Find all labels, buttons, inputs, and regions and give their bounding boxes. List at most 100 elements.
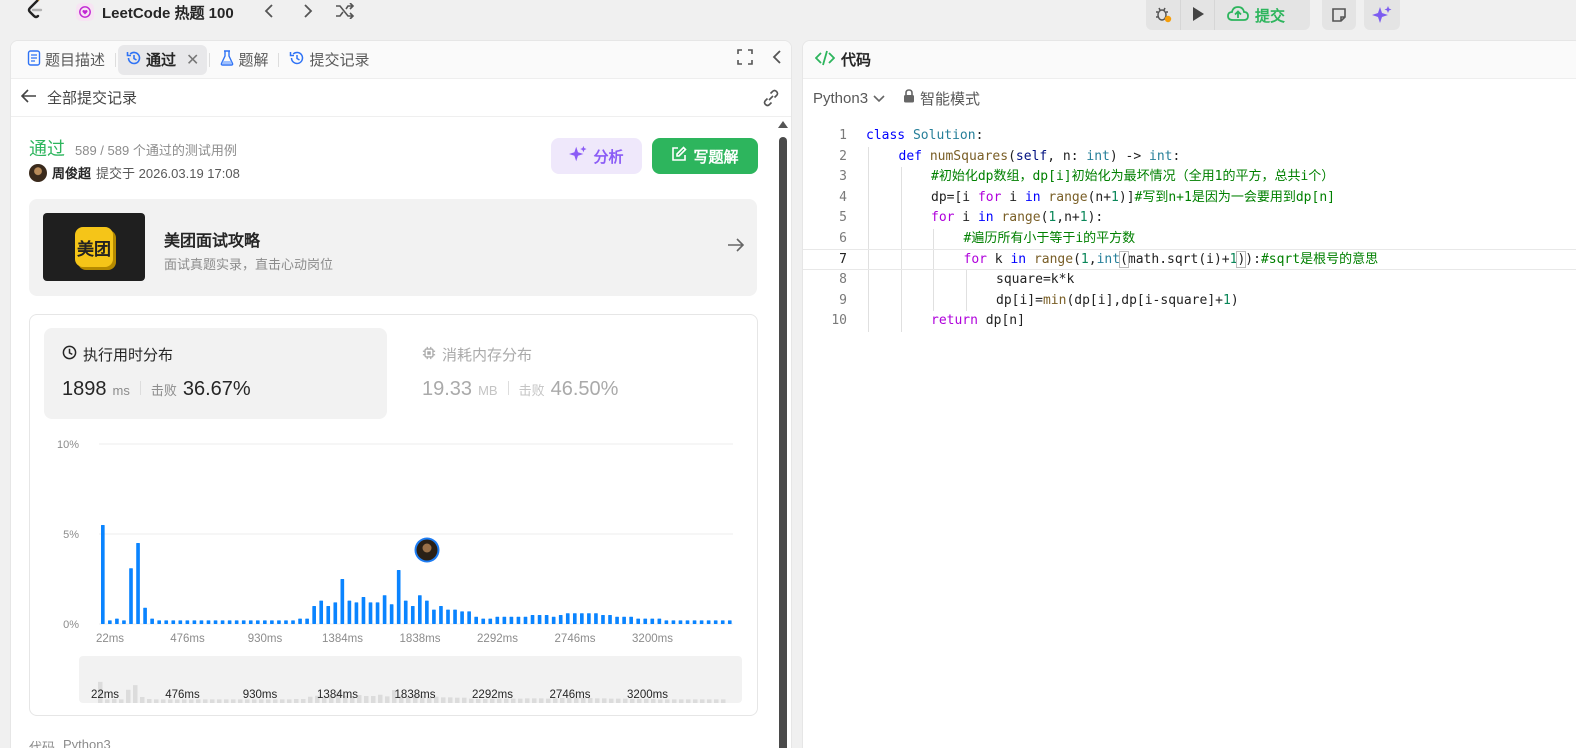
- chart-bar[interactable]: [108, 620, 112, 624]
- chart-bar[interactable]: [657, 618, 662, 624]
- chart-bar[interactable]: [115, 618, 119, 624]
- chart-bar[interactable]: [636, 618, 641, 624]
- chart-bar[interactable]: [220, 620, 225, 624]
- tab-description[interactable]: 题目描述: [19, 45, 113, 75]
- chart-bar[interactable]: [368, 602, 373, 624]
- chart-bar[interactable]: [678, 620, 683, 624]
- chart-bar[interactable]: [333, 602, 338, 624]
- chart-bar[interactable]: [692, 620, 697, 624]
- scrollbar[interactable]: [777, 117, 789, 748]
- username[interactable]: 周俊超: [52, 163, 91, 182]
- chart-bar[interactable]: [587, 613, 591, 624]
- chart-bar[interactable]: [305, 618, 309, 624]
- chart-bar[interactable]: [453, 609, 457, 624]
- code-editor[interactable]: 1 class Solution: 2 def numSquares(self, n:…: [803, 126, 1576, 332]
- chart-bar[interactable]: [101, 525, 105, 624]
- problem-list-button[interactable]: LeetCode 热题 100: [76, 0, 234, 24]
- chart-bar[interactable]: [629, 616, 633, 624]
- chart-bar[interactable]: [248, 620, 253, 624]
- language-select[interactable]: Python3: [813, 90, 885, 107]
- memory-stat[interactable]: 消耗内存分布 19.33 MB 击败 46.50%: [404, 328, 747, 419]
- code-line[interactable]: 8 square=k*k: [803, 270, 1576, 291]
- chart-bar[interactable]: [354, 602, 359, 624]
- chart-bar[interactable]: [298, 618, 302, 624]
- scroll-up-icon[interactable]: [778, 121, 788, 128]
- fullscreen-icon[interactable]: [737, 49, 753, 68]
- chart-bar[interactable]: [671, 620, 676, 624]
- chart-bar[interactable]: [199, 620, 204, 624]
- chart-bar[interactable]: [565, 613, 570, 624]
- chart-bar[interactable]: [157, 620, 161, 624]
- chart-bar[interactable]: [439, 606, 443, 624]
- chart-bar[interactable]: [474, 616, 478, 624]
- chart-bar[interactable]: [713, 620, 718, 624]
- next-problem-icon[interactable]: [296, 0, 320, 22]
- chart-bar[interactable]: [150, 618, 154, 624]
- ai-assistant-button[interactable]: [1364, 0, 1400, 30]
- smart-mode[interactable]: 智能模式: [903, 88, 980, 109]
- chart-bar[interactable]: [270, 620, 274, 624]
- code-line[interactable]: 6 #遍历所有小于等于i的平方数: [803, 228, 1576, 249]
- chart-bar[interactable]: [495, 616, 500, 624]
- chart-bar[interactable]: [706, 620, 711, 624]
- shuffle-icon[interactable]: [333, 0, 357, 22]
- collapse-icon[interactable]: [771, 49, 783, 68]
- avatar[interactable]: [29, 163, 47, 182]
- chart-bar[interactable]: [502, 616, 507, 624]
- tab-accepted[interactable]: 通过 ✕: [118, 44, 208, 75]
- chart-bar[interactable]: [227, 620, 232, 624]
- chart-bar[interactable]: [523, 616, 528, 624]
- chart-bar[interactable]: [185, 620, 190, 624]
- chart-bar[interactable]: [164, 620, 169, 624]
- chart-bar[interactable]: [594, 613, 598, 624]
- chart-bar[interactable]: [650, 618, 655, 624]
- chart-bar[interactable]: [530, 615, 535, 624]
- tab-solutions[interactable]: 题解: [212, 45, 276, 75]
- code-line[interactable]: 10 return dp[n]: [803, 311, 1576, 332]
- chart-bar[interactable]: [213, 620, 218, 624]
- scroll-thumb[interactable]: [779, 137, 787, 748]
- code-line[interactable]: 7 for k in range(1,int(math.sqrt(i)+1)):#…: [803, 249, 1576, 270]
- chart-bar[interactable]: [178, 620, 183, 624]
- chart-bar[interactable]: [446, 609, 450, 624]
- chart-bar[interactable]: [727, 620, 732, 624]
- chart-bar[interactable]: [136, 543, 140, 624]
- chart-bar[interactable]: [263, 620, 267, 624]
- chart-bar[interactable]: [122, 620, 126, 624]
- all-submissions-link[interactable]: 全部提交记录: [47, 87, 137, 108]
- chart-bar[interactable]: [312, 606, 316, 624]
- chart-bar[interactable]: [192, 620, 197, 624]
- chart-bar[interactable]: [396, 570, 401, 624]
- chart-bar[interactable]: [418, 595, 422, 624]
- chart-bar[interactable]: [403, 600, 408, 624]
- chart-bar[interactable]: [347, 600, 352, 624]
- arrow-left-icon[interactable]: [20, 88, 37, 107]
- chart-bar[interactable]: [460, 611, 464, 624]
- promo-card[interactable]: 美团 美团面试攻略 面试真题实录，直击心动岗位: [29, 199, 757, 296]
- chart-bar[interactable]: [558, 615, 563, 624]
- chart-bar[interactable]: [319, 600, 324, 624]
- chart-bar[interactable]: [410, 606, 415, 624]
- chart-bar[interactable]: [622, 616, 626, 624]
- chart-bar[interactable]: [389, 604, 394, 624]
- chart-bar[interactable]: [516, 616, 521, 624]
- note-button[interactable]: [1322, 0, 1356, 30]
- chart-bar[interactable]: [361, 597, 366, 624]
- chart-bar[interactable]: [551, 616, 556, 624]
- chart-bar[interactable]: [425, 600, 429, 624]
- chart-bar[interactable]: [129, 568, 133, 624]
- code-line[interactable]: 1 class Solution:: [803, 126, 1576, 147]
- chart-bar[interactable]: [537, 615, 542, 624]
- chart-bar[interactable]: [544, 615, 549, 624]
- chart-bar[interactable]: [488, 618, 493, 624]
- chart-bar[interactable]: [664, 620, 669, 624]
- submit-button[interactable]: 提交: [1214, 0, 1303, 30]
- runtime-distribution-chart[interactable]: 10% 5% 0% 22ms 476ms 930ms 1384ms 1838ms 2292ms 2…: [30, 425, 757, 655]
- chart-bar[interactable]: [284, 620, 288, 624]
- chart-bar[interactable]: [699, 620, 704, 624]
- chart-bar[interactable]: [432, 609, 436, 624]
- chart-bar[interactable]: [580, 613, 584, 624]
- debug-button[interactable]: [1146, 0, 1180, 30]
- my-submission-marker[interactable]: [414, 537, 440, 563]
- close-icon[interactable]: ✕: [186, 50, 199, 70]
